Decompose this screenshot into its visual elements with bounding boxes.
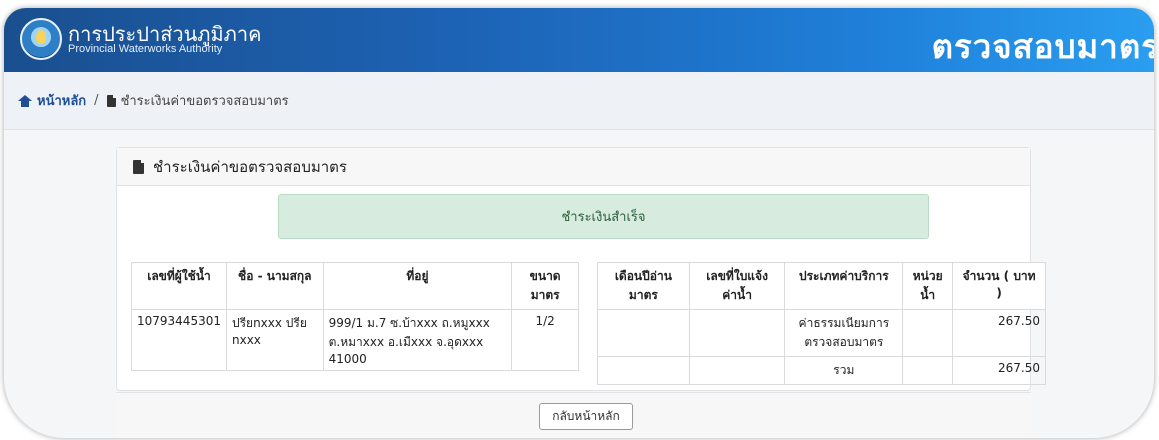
home-icon bbox=[18, 94, 32, 107]
breadcrumb-current-label: ชำระเงินค่าขอตรวจสอบมาตร bbox=[120, 94, 289, 109]
read-month-cell bbox=[597, 309, 690, 357]
card-title: ชำระเงินค่าขอตรวจสอบมาตร bbox=[153, 157, 347, 176]
col-account-no: เลขที่ผู้ใช้น้ำ bbox=[131, 262, 227, 310]
empty-cell bbox=[688, 356, 786, 385]
pwa-logo bbox=[20, 18, 62, 60]
breadcrumb-separator: / bbox=[94, 93, 99, 108]
meter-size-cell: 1/2 bbox=[511, 309, 579, 371]
col-meter-size: ขนาดมาตร bbox=[511, 262, 579, 310]
col-amount: จำนวน ( บาท ) bbox=[952, 262, 1046, 310]
breadcrumb: หน้าหลัก / ชำระเงินค่าขอตรวจสอบมาตร bbox=[4, 72, 1154, 130]
service-type-cell: ค่าธรรมเนียมการตรวจสอบมาตร bbox=[784, 309, 904, 357]
table-row: 10793445301 ปรียnxxx ปรีย nxxx 999/1 ม.7… bbox=[131, 309, 579, 371]
address-cell: 999/1 ม.7 ซ.บ้าxxx ถ.หมูxxx ต.หมาxxx อ.เ… bbox=[322, 309, 513, 371]
account-no-cell: 10793445301 bbox=[131, 309, 227, 371]
back-to-home-button[interactable]: กลับหน้าหลัก bbox=[539, 403, 633, 430]
billing-table: เดือนปีอ่านมาตร เลขที่ใบแจ้งค่าน้ำ ประเภ… bbox=[597, 262, 1046, 385]
total-amount-cell: 267.50 bbox=[952, 356, 1046, 385]
units-cell bbox=[902, 309, 954, 357]
breadcrumb-home-link[interactable]: หน้าหลัก bbox=[18, 90, 86, 111]
invoice-no-cell bbox=[688, 309, 786, 357]
customer-table: เลขที่ผู้ใช้น้ำ ชื่อ - นามสกุล ที่อยู่ ข… bbox=[131, 262, 579, 371]
total-row: รวม 267.50 bbox=[597, 356, 1046, 385]
col-read-month: เดือนปีอ่านมาตร bbox=[597, 262, 690, 310]
col-service-type: ประเภทค่าบริการ bbox=[784, 262, 904, 310]
empty-cell bbox=[902, 356, 954, 385]
page-title: ตรวจสอบมาตร bbox=[931, 27, 1154, 66]
col-name: ชื่อ - นามสกุล bbox=[225, 262, 324, 310]
empty-cell bbox=[597, 356, 690, 385]
document-icon bbox=[133, 159, 144, 174]
amount-cell: 267.50 bbox=[952, 309, 1046, 357]
brand-name-english: Provincial Waterworks Authority bbox=[68, 43, 223, 55]
document-icon bbox=[106, 94, 116, 107]
top-header: การประปาส่วนภูมิภาค Provincial Waterwork… bbox=[4, 8, 1154, 72]
action-bar: กลับหน้าหลัก bbox=[116, 392, 1031, 438]
app-frame: การประปาส่วนภูมิภาค Provincial Waterwork… bbox=[4, 8, 1154, 438]
total-label-cell: รวม bbox=[784, 356, 904, 385]
payment-card: ชำระเงินค่าขอตรวจสอบมาตร ชำระเงินสำเร็จ … bbox=[116, 147, 1046, 391]
success-alert: ชำระเงินสำเร็จ bbox=[278, 194, 929, 239]
card-header: ชำระเงินค่าขอตรวจสอบมาตร bbox=[117, 148, 1030, 186]
col-units: หน่วยน้ำ bbox=[902, 262, 954, 310]
col-address: ที่อยู่ bbox=[322, 262, 513, 310]
breadcrumb-home-label: หน้าหลัก bbox=[37, 94, 87, 109]
name-cell: ปรียnxxx ปรีย nxxx bbox=[225, 309, 324, 371]
col-invoice-no: เลขที่ใบแจ้งค่าน้ำ bbox=[688, 262, 786, 310]
table-row: ค่าธรรมเนียมการตรวจสอบมาตร 267.50 bbox=[597, 309, 1046, 357]
breadcrumb-current: ชำระเงินค่าขอตรวจสอบมาตร bbox=[106, 90, 289, 111]
